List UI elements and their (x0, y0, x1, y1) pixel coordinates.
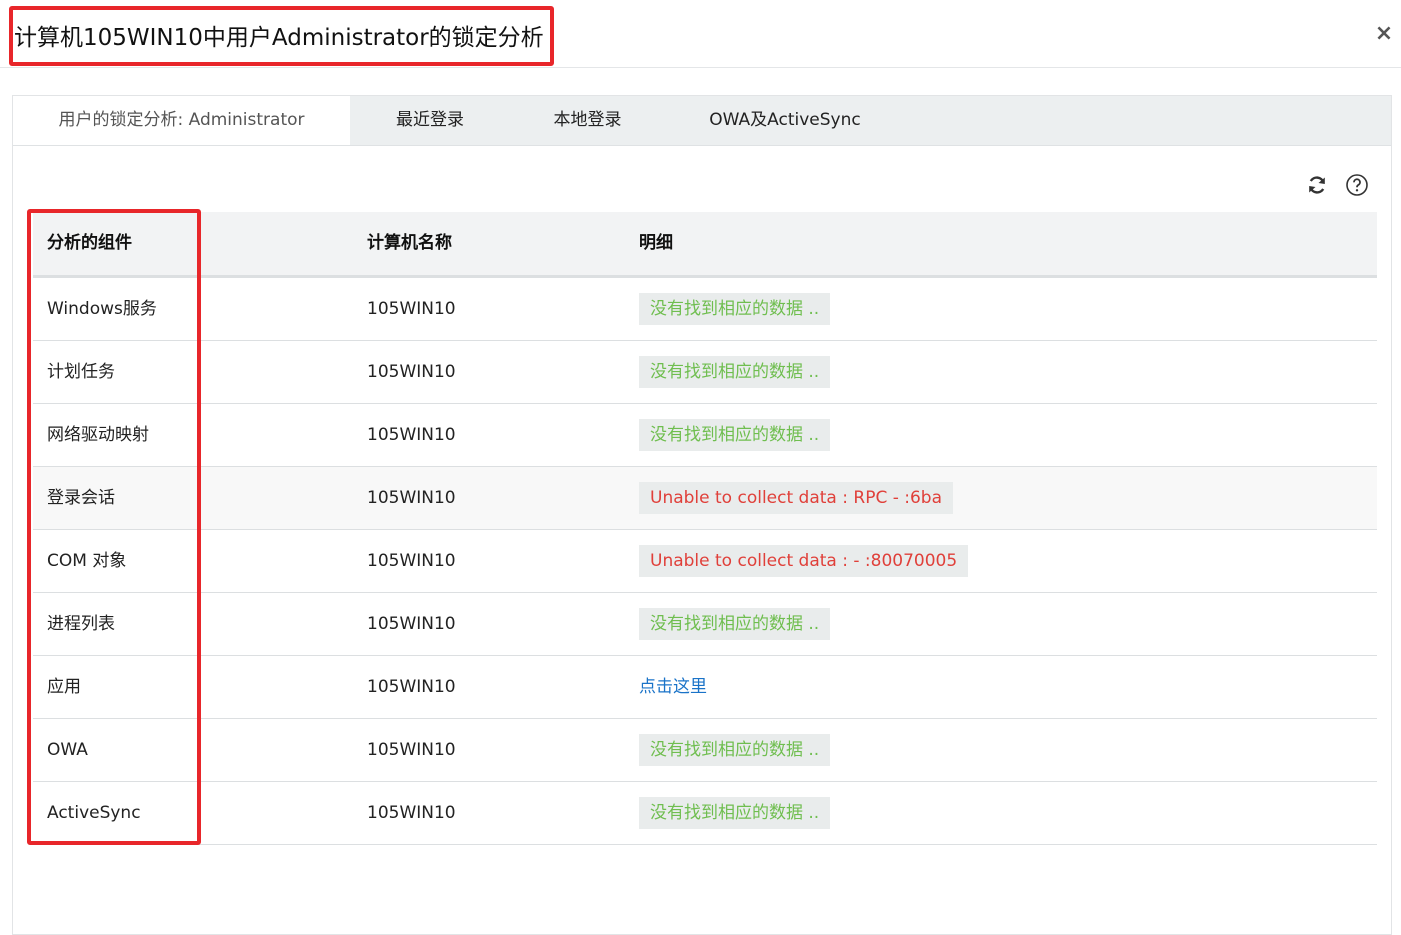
click-here-link[interactable]: 点击这里 (639, 656, 707, 718)
component-cell: 进程列表 (47, 614, 115, 634)
header-detail: 明细 (639, 233, 673, 253)
component-cell: Windows服务 (47, 299, 157, 319)
table-row: 计划任务 105WIN10 没有找到相应的数据 .. (33, 341, 1377, 404)
analysis-table: 分析的组件 计算机名称 明细 Windows服务 105WIN10 没有找到相应… (33, 212, 1377, 845)
component-cell: 计划任务 (47, 362, 115, 382)
refresh-icon[interactable] (1305, 173, 1329, 197)
detail-error-badge: Unable to collect data : - :80070005 (639, 545, 969, 577)
tab-lockout-analysis[interactable]: 用户的锁定分析: Administrator (13, 96, 350, 145)
table-row: 应用 105WIN10 点击这里 (33, 656, 1377, 719)
computer-cell: 105WIN10 (367, 803, 456, 823)
header-computer-name: 计算机名称 (367, 233, 452, 253)
computer-cell: 105WIN10 (367, 488, 456, 508)
detail-badge: 没有找到相应的数据 .. (639, 734, 831, 766)
dialog-title: 计算机105WIN10中用户Administrator的锁定分析 (14, 25, 544, 51)
component-cell: ActiveSync (47, 803, 141, 823)
tab-recent-logons[interactable]: 最近登录 (350, 96, 510, 145)
help-icon[interactable] (1345, 173, 1369, 197)
component-cell: 登录会话 (47, 488, 115, 508)
table-row: OWA 105WIN10 没有找到相应的数据 .. (33, 719, 1377, 782)
detail-badge: 没有找到相应的数据 .. (639, 293, 831, 325)
detail-badge: 没有找到相应的数据 .. (639, 797, 831, 829)
table-row: ActiveSync 105WIN10 没有找到相应的数据 .. (33, 782, 1377, 845)
tab-local-logons[interactable]: 本地登录 (510, 96, 665, 145)
computer-cell: 105WIN10 (367, 614, 456, 634)
table-row: Windows服务 105WIN10 没有找到相应的数据 .. (33, 278, 1377, 341)
computer-cell: 105WIN10 (367, 677, 456, 697)
component-cell: OWA (47, 740, 88, 760)
detail-badge: 没有找到相应的数据 .. (639, 608, 831, 640)
detail-badge: 没有找到相应的数据 .. (639, 356, 831, 388)
tab-bar: 用户的锁定分析: Administrator 最近登录 本地登录 OWA及Act… (13, 96, 1391, 146)
table-row: 登录会话 105WIN10 Unable to collect data : R… (33, 467, 1377, 530)
table-row: 网络驱动映射 105WIN10 没有找到相应的数据 .. (33, 404, 1377, 467)
computer-cell: 105WIN10 (367, 362, 456, 382)
component-cell: 应用 (47, 677, 81, 697)
tab-owa-activesync[interactable]: OWA及ActiveSync (665, 96, 905, 145)
analysis-panel: 用户的锁定分析: Administrator 最近登录 本地登录 OWA及Act… (12, 95, 1392, 935)
computer-cell: 105WIN10 (367, 425, 456, 445)
computer-cell: 105WIN10 (367, 740, 456, 760)
dialog-header: 计算机105WIN10中用户Administrator的锁定分析 × (0, 0, 1401, 68)
component-cell: COM 对象 (47, 551, 127, 571)
computer-cell: 105WIN10 (367, 299, 456, 319)
component-cell: 网络驱动映射 (47, 425, 149, 445)
header-component: 分析的组件 (47, 233, 132, 253)
table-row: COM 对象 105WIN10 Unable to collect data :… (33, 530, 1377, 593)
computer-cell: 105WIN10 (367, 551, 456, 571)
table-row: 进程列表 105WIN10 没有找到相应的数据 .. (33, 593, 1377, 656)
detail-error-badge: Unable to collect data : RPC - :6ba (639, 482, 954, 514)
detail-badge: 没有找到相应的数据 .. (639, 419, 831, 451)
close-button[interactable]: × (1370, 20, 1398, 48)
table-header: 分析的组件 计算机名称 明细 (33, 212, 1377, 278)
